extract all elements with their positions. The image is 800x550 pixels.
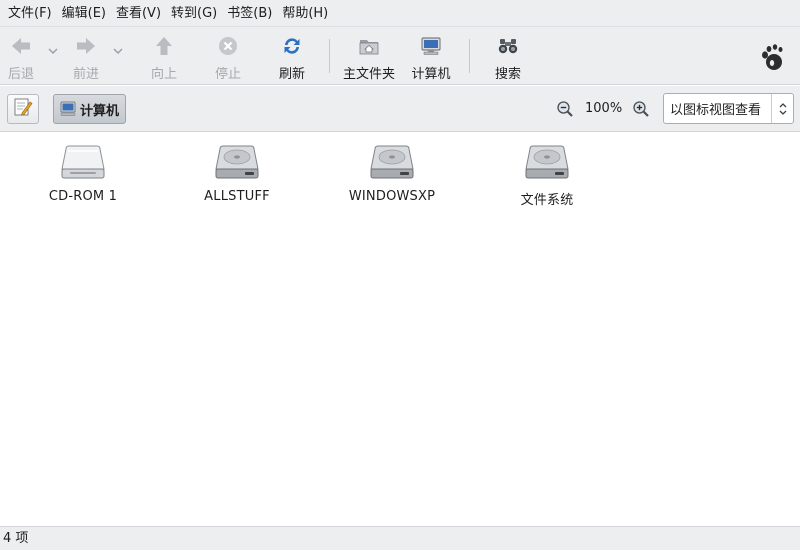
view-mode-select[interactable]: 以图标视图查看 [663, 93, 794, 124]
refresh-icon [280, 34, 304, 58]
status-bar: 4 项 [0, 526, 800, 550]
up-button[interactable]: 向上 [148, 34, 180, 82]
drive-item-cdrom[interactable]: CD-ROM 1 [28, 143, 138, 204]
menu-file[interactable]: 文件(F) [3, 0, 57, 27]
back-button[interactable]: 后退 [6, 34, 36, 82]
menu-edit[interactable]: 编辑(E) [57, 0, 111, 27]
stop-button[interactable]: 停止 [212, 34, 244, 82]
menu-bar: 文件(F) 编辑(E) 查看(V) 转到(G) 书签(B) 帮助(H) [0, 0, 800, 27]
computer-icon [419, 34, 443, 58]
menu-go[interactable]: 转到(G) [166, 0, 222, 27]
edit-location-button[interactable] [7, 94, 39, 124]
refresh-label: 刷新 [278, 67, 305, 82]
path-button-label: 计算机 [80, 103, 120, 119]
drive-name: 文件系统 [520, 193, 574, 208]
location-bar: 计算机 100% 以图标视图查看 [0, 86, 800, 132]
select-arrows-icon [771, 94, 793, 123]
stop-label: 停止 [214, 67, 241, 82]
zoom-in-icon[interactable] [632, 100, 650, 118]
menu-bookmarks[interactable]: 书签(B) [222, 0, 277, 27]
optical-drive-icon [60, 143, 106, 181]
toolbar: 后退 前进 向上 停止 刷新 主文件夹 计算机 搜索 [0, 27, 800, 85]
toolbar-separator [469, 39, 470, 73]
notepad-pencil-icon [13, 97, 33, 121]
home-folder-icon [357, 34, 381, 58]
search-label: 搜索 [494, 67, 521, 82]
refresh-button[interactable]: 刷新 [276, 34, 308, 82]
hard-disk-icon [524, 143, 570, 181]
stop-icon [216, 34, 240, 58]
forward-label: 前进 [72, 67, 99, 82]
gnome-foot-icon [760, 43, 784, 71]
toolbar-separator [329, 39, 330, 73]
arrow-right-icon [74, 34, 98, 58]
home-folder-label: 主文件夹 [342, 67, 395, 82]
forward-history-chevron-down-icon[interactable] [112, 45, 124, 57]
computer-icon [59, 101, 77, 117]
drive-item-windowsxp[interactable]: WINDOWSXP [337, 143, 447, 204]
up-label: 向上 [150, 67, 177, 82]
icon-view[interactable]: CD-ROM 1 ALLSTUFF WINDOWSXP 文件系统 [0, 133, 800, 526]
path-button-computer[interactable]: 计算机 [53, 94, 127, 124]
view-mode-value: 以图标视图查看 [670, 103, 762, 118]
hard-disk-icon [369, 143, 415, 181]
drive-name: WINDOWSXP [348, 189, 436, 204]
home-folder-button[interactable]: 主文件夹 [341, 34, 397, 82]
drive-name: CD-ROM 1 [48, 189, 118, 204]
drive-name: ALLSTUFF [204, 189, 270, 204]
hard-disk-icon [214, 143, 260, 181]
back-history-chevron-down-icon[interactable] [47, 45, 59, 57]
zoom-level[interactable]: 100% [585, 100, 622, 118]
computer-label: 计算机 [411, 67, 451, 82]
computer-button[interactable]: 计算机 [410, 34, 452, 82]
zoom-out-icon[interactable] [556, 100, 574, 118]
arrow-up-icon [152, 34, 176, 58]
binoculars-icon [496, 34, 520, 58]
drive-item-filesystem[interactable]: 文件系统 [492, 143, 602, 208]
search-button[interactable]: 搜索 [492, 34, 524, 82]
forward-button[interactable]: 前进 [70, 34, 102, 82]
arrow-left-icon [9, 34, 33, 58]
drive-item-allstuff[interactable]: ALLSTUFF [182, 143, 292, 204]
menu-help[interactable]: 帮助(H) [277, 0, 333, 27]
menu-view[interactable]: 查看(V) [111, 0, 166, 27]
status-text: 4 项 [3, 531, 29, 546]
back-label: 后退 [7, 67, 34, 82]
